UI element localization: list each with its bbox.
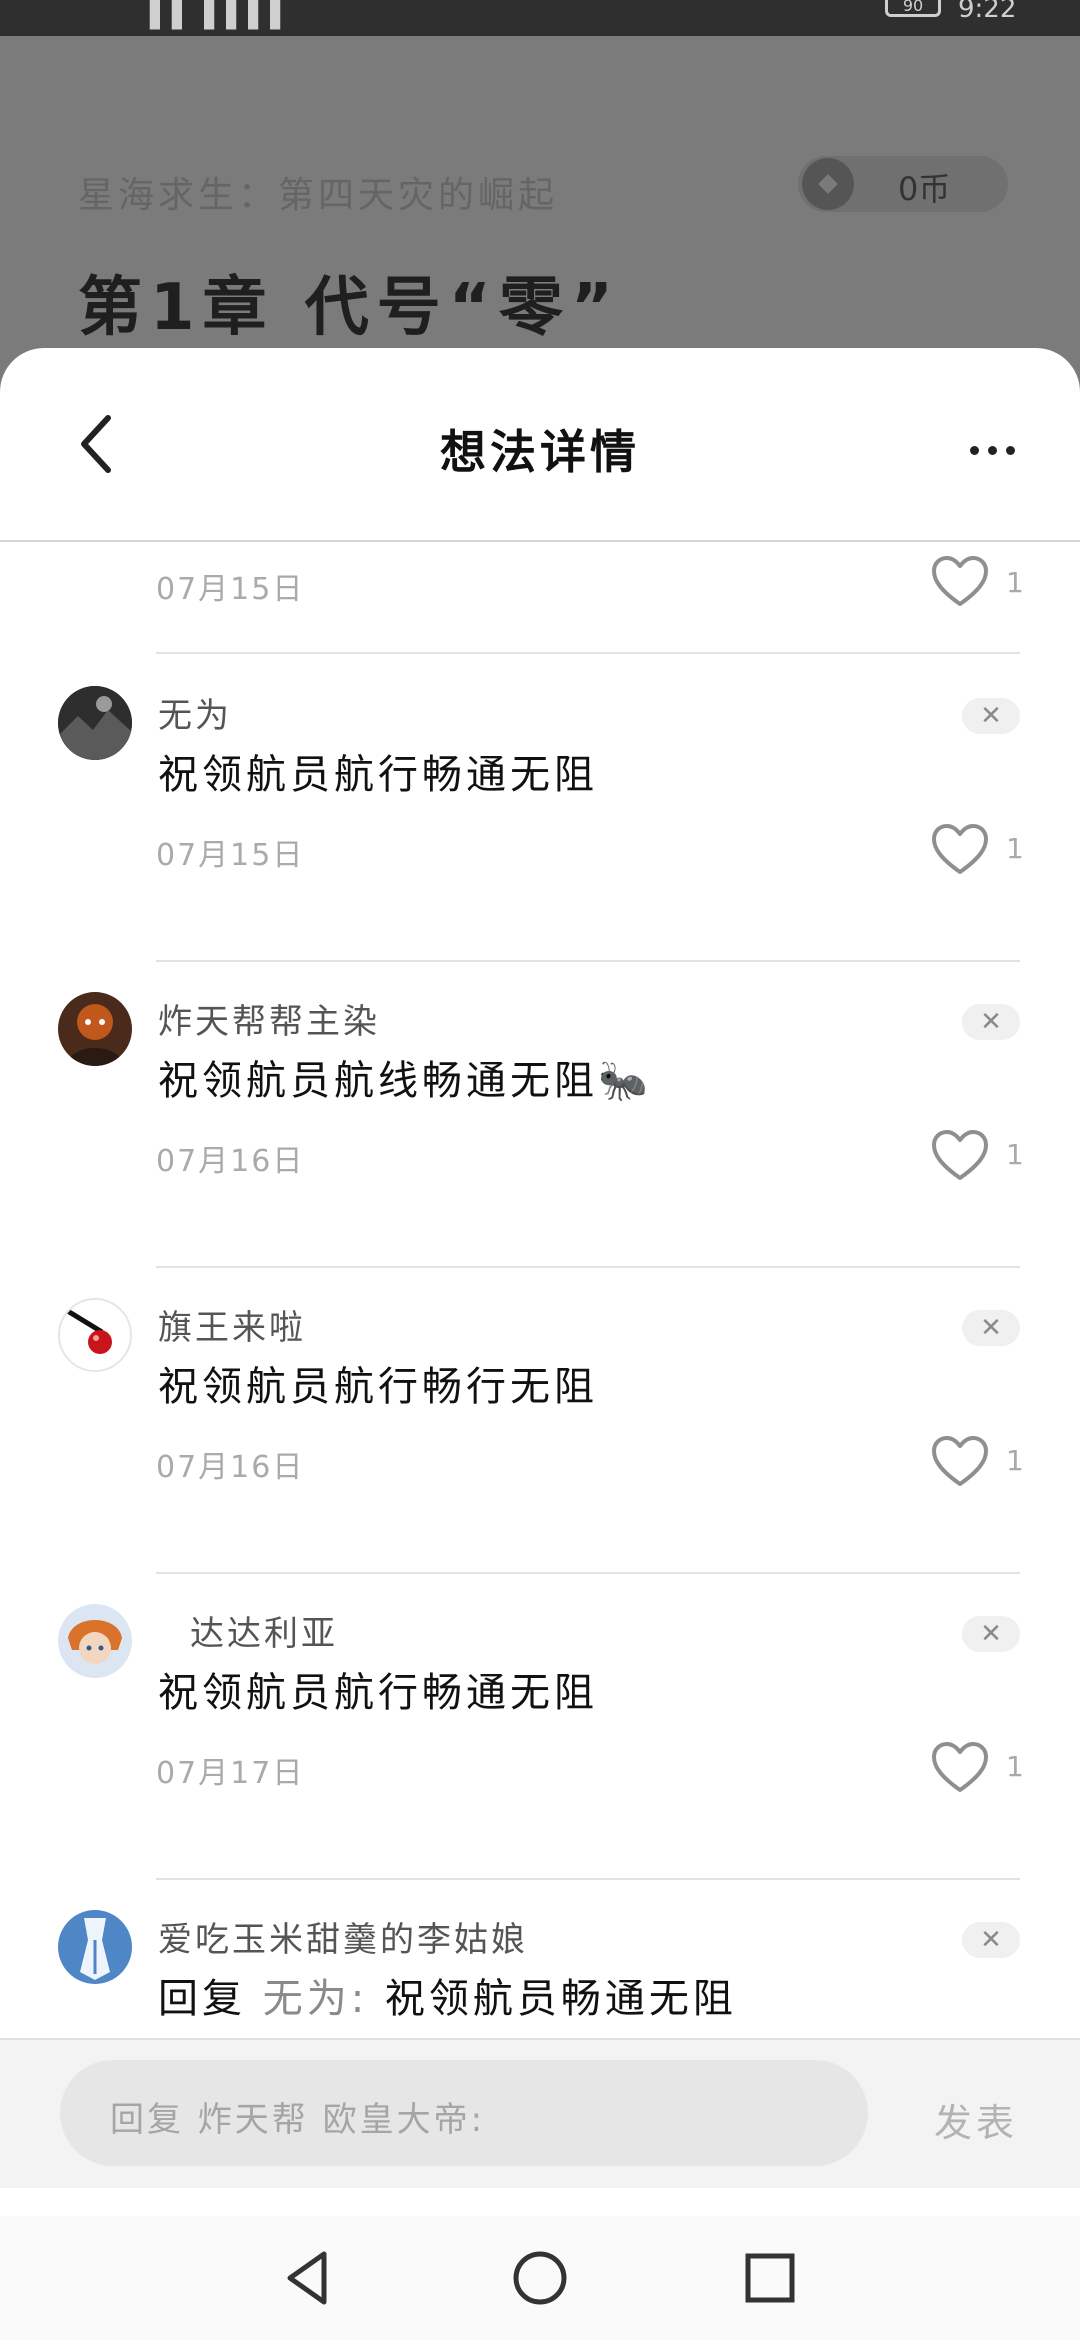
like-count: 1 [1006,1750,1024,1783]
comment-text: 祝领航员航行畅行无阻 [158,1364,598,1410]
comment-username[interactable]: 无为 [158,688,232,737]
heart-outline-icon[interactable] [930,554,990,610]
sheet-title: 想法详情 [440,425,640,479]
avatar[interactable] [58,1298,132,1372]
clock: 9:22 [958,0,1017,24]
comment-date: 07月16日 [156,1144,305,1179]
close-icon[interactable]: ✕ [962,1004,1020,1040]
list-item: 达达利亚 ✕ 祝领航员航行畅通无阻 07月17日 1 [0,1574,1080,1880]
comment-text: 回复 无为: 祝领航员畅通无阻 [158,1966,737,2022]
nav-back-icon[interactable] [276,2246,340,2310]
coin-balance: 0币 [798,156,1008,212]
comment-username[interactable]: 达达利亚 [190,1606,338,1655]
list-item: 07月15日 1 [0,542,1080,668]
coin-icon [802,158,854,210]
nav-home-icon[interactable] [508,2246,572,2310]
comment-username[interactable]: 爱吃玉米甜羹的李姑娘 [158,1912,528,1961]
close-icon[interactable]: ✕ [962,698,1020,734]
comment-text: 祝领航员航行畅通无阻 [158,1670,598,1716]
reply-text: 祝领航员畅通无阻 [384,1976,737,2022]
comment-text: 祝领航员航线畅通无阻🐜 [158,1058,652,1104]
battery-indicator: 90 [885,0,941,17]
list-item: 爱吃玉米甜羹的李姑娘 ✕ 回复 无为: 祝领航员畅通无阻 [0,1880,1080,2022]
like-count: 1 [1006,566,1024,599]
chapter-title: 第1章 代号“零” [78,271,621,345]
comment-date: 07月15日 [156,572,305,607]
avatar[interactable] [58,992,132,1066]
thought-detail-sheet: 想法详情 07月15日 1 无为 ✕ 祝领航员航行畅通无阻 07月15日 1 炸… [0,348,1080,2216]
list-item: 旗王来啦 ✕ 祝领航员航行畅行无阻 07月16日 1 [0,1268,1080,1574]
more-dots-icon[interactable] [970,440,1026,460]
heart-outline-icon[interactable] [930,1740,990,1796]
book-title: 星海求生：第四天灾的崛起 [78,175,559,216]
comment-username[interactable]: 炸天帮帮主染 [158,994,380,1043]
comment-date: 07月17日 [156,1756,305,1791]
avatar[interactable] [58,1604,132,1678]
close-icon[interactable]: ✕ [962,1616,1020,1652]
system-navbar [0,2216,1080,2340]
status-bar: ▌▌ ▌▌▌▌ 90 9:22 [0,0,1080,36]
avatar[interactable] [58,686,132,760]
nav-recents-icon[interactable] [738,2246,802,2310]
comment-date: 07月15日 [156,838,305,873]
reply-bar: 回复 炸天帮 欧皇大帝: 发表 [0,2038,1080,2188]
divider [156,652,1020,654]
comment-username[interactable]: 旗王来啦 [158,1300,306,1349]
comment-text: 祝领航员航行畅通无阻 [158,752,598,798]
heart-outline-icon[interactable] [930,822,990,878]
reply-target[interactable]: 无为: [263,1976,368,2022]
reply-placeholder: 回复 炸天帮 欧皇大帝: [110,2100,486,2140]
sheet-header: 想法详情 [0,348,1080,542]
close-icon[interactable]: ✕ [962,1310,1020,1346]
heart-outline-icon[interactable] [930,1128,990,1184]
list-item: 无为 ✕ 祝领航员航行畅通无阻 07月15日 1 [0,656,1080,962]
like-count: 1 [1006,1138,1024,1171]
list-item: 炸天帮帮主染 ✕ 祝领航员航线畅通无阻🐜 07月16日 1 [0,962,1080,1268]
like-count: 1 [1006,832,1024,865]
signal-indicators: ▌▌ ▌▌▌▌ [150,0,293,30]
reply-prefix: 回复 [158,1976,246,2022]
comment-list[interactable]: 07月15日 1 无为 ✕ 祝领航员航行畅通无阻 07月15日 1 炸天帮帮主染… [0,542,1080,2022]
heart-outline-icon[interactable] [930,1434,990,1490]
post-button[interactable]: 发表 [934,2092,1018,2147]
coin-count: 0币 [898,170,951,208]
avatar[interactable] [58,1910,132,1984]
reply-input[interactable]: 回复 炸天帮 欧皇大帝: [60,2060,868,2166]
like-count: 1 [1006,1444,1024,1477]
comment-date: 07月16日 [156,1450,305,1485]
close-icon[interactable]: ✕ [962,1922,1020,1958]
